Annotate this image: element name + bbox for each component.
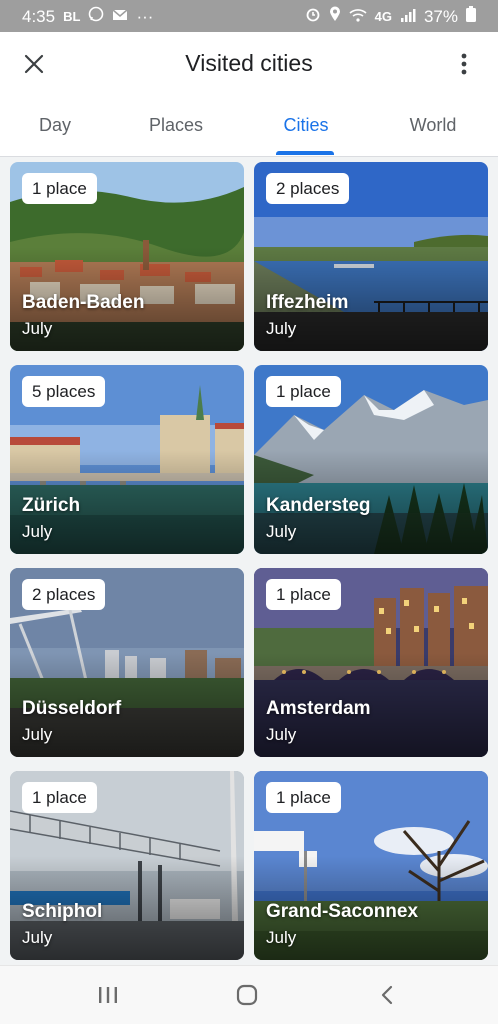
tab-day[interactable]: Day [0,96,117,154]
tab-indicator [276,151,334,155]
place-count-chip: 5 places [22,376,106,407]
tab-cities[interactable]: Cities [244,96,368,155]
signal-icon [400,7,416,27]
battery-icon [466,6,476,27]
status-left: 4:35 BL ··· [22,6,153,27]
cities-grid: 1 place Baden-Baden July 2 places Iffezh… [0,157,498,965]
more-notifications-icon: ··· [136,6,154,26]
tab-world[interactable]: World [371,96,495,154]
recents-button[interactable] [78,974,138,1016]
clock: 4:35 [22,6,56,26]
place-count-chip: 1 place [266,376,341,407]
visit-month: July [266,319,297,338]
tab-cities-label: Cities [283,114,329,135]
tab-world-label: World [409,114,457,135]
tab-places[interactable]: Places [114,96,238,154]
place-count-chip: 1 place [266,782,341,813]
visit-month: July [266,522,297,541]
home-icon [236,984,258,1006]
home-button[interactable] [217,974,277,1016]
mail-icon [112,7,128,27]
city-card-kandersteg[interactable]: 1 place Kandersteg July [254,365,488,554]
back-button[interactable] [357,974,417,1016]
visit-month: July [22,928,53,947]
app-bar: Visited cities [0,32,498,96]
city-name: Amsterdam [266,698,371,719]
city-card-baden-baden[interactable]: 1 place Baden-Baden July [10,162,244,351]
city-card-iffezheim[interactable]: 2 places Iffezheim July [254,162,488,351]
place-count-chip: 1 place [266,579,341,610]
whatsapp-icon [88,6,104,27]
tab-places-label: Places [148,114,204,135]
page-title: Visited cities [185,50,313,76]
city-name: Zürich [22,495,81,516]
visit-month: July [22,725,53,744]
place-count-chip: 2 places [266,173,350,204]
city-name: Kandersteg [266,495,371,516]
carrier-label: BL [63,9,81,24]
visit-month: July [22,522,53,541]
status-bar: 4:35 BL ··· 4G 37% [0,0,498,32]
city-name: Düsseldorf [22,698,122,719]
city-name: Schiphol [22,901,103,922]
back-icon [381,985,393,1005]
place-count-chip: 1 place [22,782,97,813]
status-right: 4G 37% [305,6,476,27]
place-count-chip: 1 place [22,173,97,204]
network-type-label: 4G [374,9,392,24]
visit-month: July [266,928,297,947]
city-card-dusseldorf[interactable]: 2 places Düsseldorf July [10,568,244,757]
system-nav-bar [0,965,498,1024]
visit-month: July [266,725,297,744]
place-count-chip: 2 places [22,579,106,610]
tab-day-label: Day [38,114,71,135]
tab-bar: Day Places Cities World [0,96,498,157]
city-name: Grand-Saconnex [266,901,419,922]
wifi-icon [349,7,367,27]
city-card-zurich[interactable]: 5 places Zürich July [10,365,244,554]
more-options-button[interactable] [444,44,484,84]
city-card-schiphol[interactable]: 1 place Schiphol July [10,771,244,960]
more-vert-icon [461,53,467,75]
city-card-grand-saconnex[interactable]: 1 place Grand-Saconnex July [254,771,488,960]
battery-percent: 37% [423,6,458,26]
city-card-amsterdam[interactable]: 1 place Amsterdam July [254,568,488,757]
city-name: Baden-Baden [22,292,145,313]
alarm-icon [305,6,321,27]
location-icon [329,6,341,27]
city-name: Iffezheim [266,292,349,313]
visit-month: July [22,319,53,338]
recents-icon [99,987,117,1003]
